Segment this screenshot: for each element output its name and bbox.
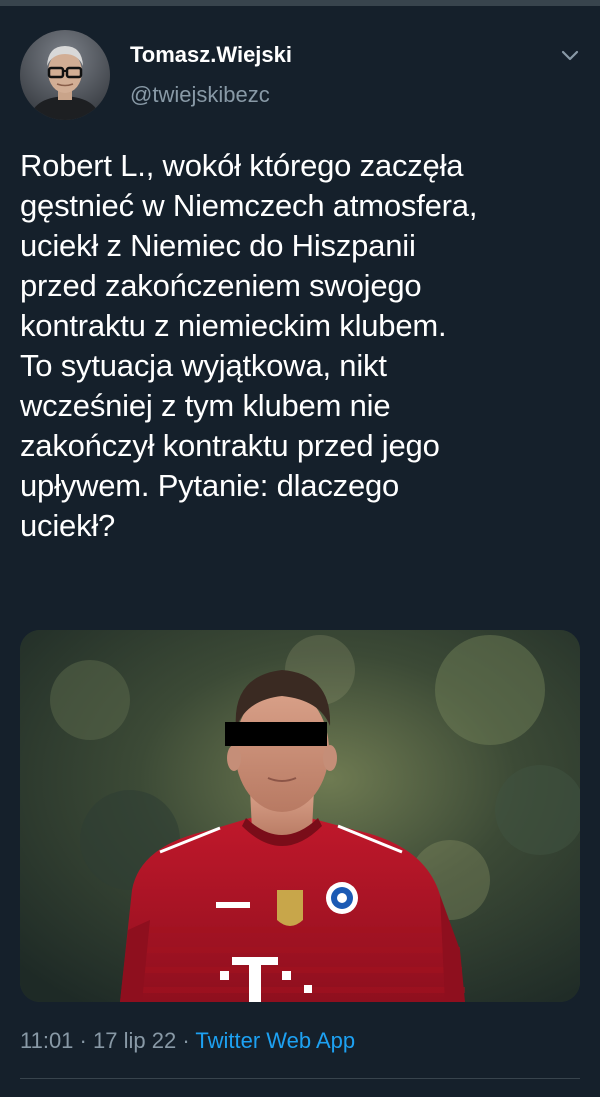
top-divider: [0, 0, 600, 6]
tweet-photo[interactable]: [20, 630, 580, 1002]
tweet-date[interactable]: 17 lip 22: [93, 1028, 176, 1053]
avatar-image: [20, 30, 110, 120]
chevron-down-icon[interactable]: [555, 40, 585, 70]
bottom-divider: [20, 1078, 580, 1079]
tweet-meta: 11:01 · 17 lip 22 · Twitter Web App: [20, 1026, 355, 1056]
tweet-author: Tomasz.Wiejski @twiejskibezc: [130, 40, 292, 110]
author-handle[interactable]: @twiejskibezc: [130, 80, 292, 110]
tweet-time: 11:01: [20, 1028, 74, 1053]
avatar[interactable]: [20, 30, 110, 120]
meta-separator: ·: [79, 1028, 87, 1053]
photo-football-player: [20, 630, 580, 1002]
meta-separator: ·: [182, 1028, 190, 1053]
tweet-text: Robert L., wokół którego zaczęła gęstnie…: [20, 148, 478, 543]
author-display-name[interactable]: Tomasz.Wiejski: [130, 40, 292, 70]
tweet-source-link[interactable]: Twitter Web App: [195, 1028, 355, 1053]
